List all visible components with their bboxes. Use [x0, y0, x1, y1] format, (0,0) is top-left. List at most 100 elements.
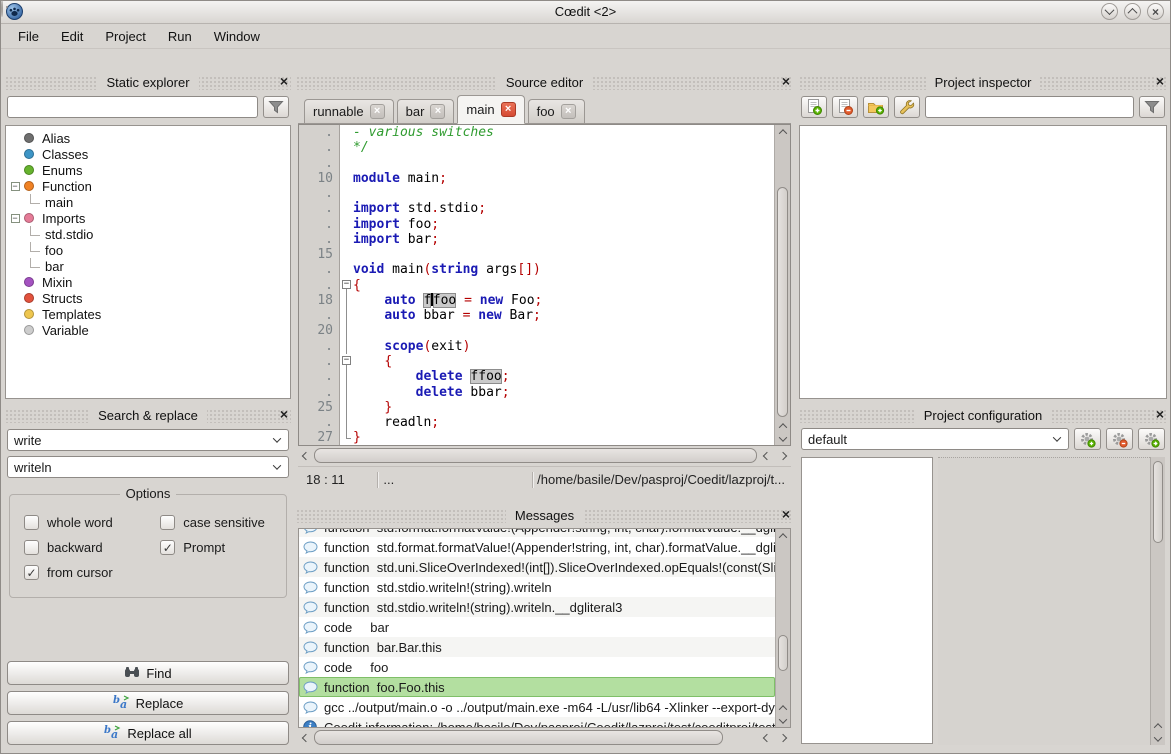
code-line[interactable]: . delete bbar; — [299, 385, 774, 400]
add-configuration-button[interactable] — [1074, 428, 1101, 450]
tree-item-bar[interactable]: bar — [6, 258, 290, 274]
scroll-left-icon[interactable] — [298, 448, 314, 463]
tab-foo[interactable]: foo× — [528, 99, 585, 123]
configuration-combo[interactable]: default — [801, 428, 1069, 450]
checkbox-icon[interactable] — [160, 515, 175, 530]
scroll-up-icon[interactable] — [775, 125, 790, 139]
message-row[interactable]: code bar — [299, 617, 775, 637]
close-panel-icon[interactable]: × — [280, 407, 288, 422]
code-line[interactable]: .void main(string args[]) — [299, 262, 774, 277]
code-line[interactable]: . { — [299, 354, 774, 369]
clone-configuration-button[interactable] — [1138, 428, 1165, 450]
scroll-right-icon[interactable] — [775, 448, 791, 463]
tree-item-variable[interactable]: Variable — [6, 322, 290, 338]
code-line[interactable]: . delete ffoo; — [299, 369, 774, 384]
tree-item-std-stdio[interactable]: std.stdio — [6, 226, 290, 242]
option-case-sensitive[interactable]: case sensitive — [160, 515, 286, 530]
code-line[interactable]: . scope(exit) — [299, 339, 774, 354]
code-area[interactable]: .- various switches.*/.10module main;..i… — [299, 125, 774, 445]
editor-horizontal-scrollbar[interactable] — [298, 448, 791, 463]
tree-item-main[interactable]: main — [6, 194, 290, 210]
scroll-right-icon[interactable] — [775, 730, 791, 745]
checkbox-icon[interactable]: ✓ — [160, 540, 175, 555]
close-panel-icon[interactable]: × — [1156, 407, 1164, 422]
close-panel-icon[interactable]: × — [280, 74, 288, 89]
tree-item-foo[interactable]: foo — [6, 242, 290, 258]
scroll-left-icon[interactable] — [298, 730, 314, 745]
code-line[interactable]: 18 auto ffoo = new Foo; — [299, 293, 774, 308]
project-settings-button[interactable] — [894, 96, 920, 118]
scroll-down-icon[interactable] — [776, 715, 790, 727]
grid-vertical-scrollbar[interactable] — [1150, 457, 1165, 745]
replace-button[interactable]: ba Replace — [7, 691, 289, 715]
add-folder-button[interactable] — [863, 96, 889, 118]
fold-marker-icon[interactable] — [340, 278, 353, 293]
code-line[interactable]: . — [299, 156, 774, 171]
tree-item-alias[interactable]: Alias — [6, 130, 290, 146]
fold-marker-icon[interactable] — [340, 354, 353, 369]
tab-close-icon[interactable]: × — [430, 104, 445, 119]
scroll-up-icon[interactable] — [776, 701, 790, 715]
tab-close-icon[interactable]: × — [370, 104, 385, 119]
scroll-up-icon[interactable] — [775, 419, 790, 433]
code-line[interactable]: . readln; — [299, 415, 774, 430]
message-row[interactable]: function std.uni.SliceOverIndexed!(int[]… — [299, 557, 775, 577]
code-line[interactable]: . auto bbar = new Bar; — [299, 308, 774, 323]
tree-item-structs[interactable]: Structs — [6, 290, 290, 306]
code-line[interactable]: 27} — [299, 430, 774, 445]
checkbox-icon[interactable]: ✓ — [24, 565, 39, 580]
option-from-cursor[interactable]: ✓from cursor — [24, 565, 160, 580]
code-line[interactable]: .import std.stdio; — [299, 201, 774, 216]
close-button[interactable]: × — [1147, 3, 1164, 20]
tree-item-templates[interactable]: Templates — [6, 306, 290, 322]
scroll-left-icon[interactable] — [759, 448, 775, 463]
collapse-icon[interactable]: − — [11, 182, 20, 191]
message-row[interactable]: function std.format.formatValue!(Appende… — [299, 529, 775, 537]
checkbox-icon[interactable] — [24, 515, 39, 530]
option-backward[interactable]: backward — [24, 540, 160, 555]
message-row[interactable]: iCoedit information: /home/basile/Dev/pa… — [299, 717, 775, 727]
code-line[interactable]: .{ — [299, 278, 774, 293]
filter-icon[interactable] — [263, 96, 289, 118]
maximize-button[interactable] — [1124, 3, 1141, 20]
search-term-combo[interactable]: write — [7, 429, 289, 451]
add-source-button[interactable] — [801, 96, 827, 118]
scroll-down-icon[interactable] — [775, 433, 790, 445]
code-line[interactable]: .- various switches — [299, 125, 774, 140]
scroll-up-icon[interactable] — [776, 529, 790, 543]
tree-item-function[interactable]: −Function — [6, 178, 290, 194]
code-line[interactable]: .import bar; — [299, 232, 774, 247]
inspector-filter-input[interactable] — [925, 96, 1134, 118]
tree-item-classes[interactable]: Classes — [6, 146, 290, 162]
remove-source-button[interactable] — [832, 96, 858, 118]
collapse-icon[interactable]: − — [11, 214, 20, 223]
close-panel-icon[interactable]: × — [782, 74, 790, 89]
code-line[interactable]: 15 — [299, 247, 774, 262]
message-row[interactable]: function std.stdio.writeln!(string).writ… — [299, 577, 775, 597]
message-row[interactable]: function bar.Bar.this — [299, 637, 775, 657]
code-line[interactable]: 25 } — [299, 400, 774, 415]
scroll-up-icon[interactable] — [1151, 719, 1165, 733]
tree-item-mixin[interactable]: Mixin — [6, 274, 290, 290]
close-panel-icon[interactable]: × — [1156, 74, 1164, 89]
code-line[interactable]: .*/ — [299, 140, 774, 155]
message-row[interactable]: code foo — [299, 657, 775, 677]
messages-horizontal-scrollbar[interactable] — [298, 730, 791, 745]
tab-runnable[interactable]: runnable× — [304, 99, 394, 123]
code-line[interactable]: 10module main; — [299, 171, 774, 186]
message-row[interactable]: gcc ../output/main.o -o ../output/main.e… — [299, 697, 775, 717]
code-line[interactable]: . — [299, 186, 774, 201]
option-prompt[interactable]: ✓Prompt — [160, 540, 286, 555]
replace-all-button[interactable]: ba Replace all — [7, 721, 289, 745]
menu-file[interactable]: File — [7, 27, 50, 46]
filter-icon[interactable] — [1139, 96, 1165, 118]
message-row[interactable]: function foo.Foo.this — [299, 677, 775, 697]
scroll-down-icon[interactable] — [1151, 733, 1165, 745]
close-panel-icon[interactable]: × — [782, 507, 790, 522]
find-button[interactable]: Find — [7, 661, 289, 685]
tree-item-enums[interactable]: Enums — [6, 162, 290, 178]
tab-bar[interactable]: bar× — [397, 99, 455, 123]
menu-run[interactable]: Run — [157, 27, 203, 46]
code-line[interactable]: 20 — [299, 323, 774, 338]
menu-window[interactable]: Window — [203, 27, 271, 46]
